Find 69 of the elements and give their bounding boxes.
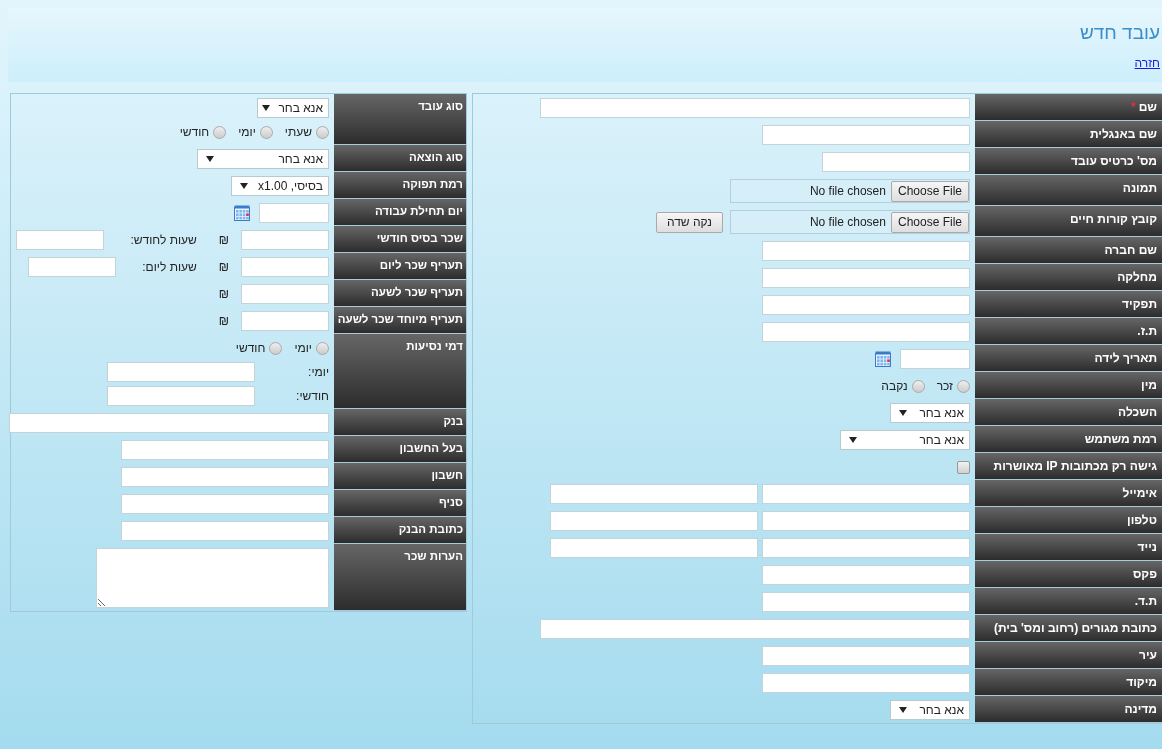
field-label: תפקיד [1122, 297, 1157, 311]
field-label: עיר [1139, 648, 1157, 662]
radio-label: זכר [936, 379, 953, 393]
dropdown[interactable]: אנא בחר [890, 403, 970, 423]
field-caption: חודשי: [299, 389, 329, 403]
field-label: טלפון [1127, 513, 1157, 527]
currency-sign: ₪ [218, 314, 229, 328]
field-label: קובץ קורות חיים [1069, 212, 1157, 226]
radio-label: יומי [238, 125, 256, 139]
field-label: שם באנגלית [1089, 127, 1157, 141]
field-label: מיקוד [1126, 675, 1157, 689]
field-caption: יומי: [307, 365, 329, 379]
field-label: מחלקה [1117, 270, 1157, 284]
field-label: סוג הוצאה [408, 151, 463, 163]
dropdown[interactable]: אנא בחר [197, 149, 329, 169]
currency-sign: ₪ [218, 287, 229, 301]
choose-file-button[interactable]: Choose File [890, 180, 969, 202]
field-label: בעל החשבון [399, 442, 463, 454]
field-label: תעריף מיוחד שכר לשעה [337, 313, 463, 325]
field-label: רמת משתמש [1084, 432, 1157, 446]
field-label: מדינה [1124, 702, 1157, 716]
field-label: תעריף שכר לשעה [371, 286, 463, 298]
field-label: תעריף שכר ליום [379, 259, 463, 271]
field-label: גישה רק מכתובות IP מאושרות [993, 459, 1157, 473]
back-link[interactable]: חזרה [1134, 56, 1160, 70]
file-status: No file chosen [809, 215, 886, 229]
field-label: יום תחילת עבודה [374, 205, 463, 217]
field-label: כתובת הבנק [398, 523, 463, 535]
field-label: תמונה [1122, 181, 1157, 195]
clear-field-button[interactable]: נקה שדה [655, 211, 723, 233]
currency-sign: ₪ [218, 260, 229, 274]
field-label: מס' כרטיס עובד [1071, 154, 1157, 168]
field-label: מין [1141, 378, 1157, 392]
page-title: עובד חדש [1079, 22, 1160, 44]
radio-label: נקבה [881, 379, 908, 393]
file-field[interactable]: No file chosen Choose File [730, 210, 970, 234]
file-status: No file chosen [809, 184, 886, 198]
field-label: פקס [1132, 567, 1157, 581]
field-caption: שעות לחודש: [130, 233, 197, 247]
file-field[interactable]: No file chosen Choose File [730, 179, 970, 203]
currency-sign: ₪ [218, 233, 229, 247]
radio-label: חודשי [235, 341, 266, 355]
field-label: שכר בסיס חודשי [376, 232, 463, 244]
radio-label: יומי [294, 341, 312, 355]
dropdown[interactable]: אנא בחר [840, 430, 970, 450]
field-label: שם [1138, 100, 1157, 114]
field-label: חשבון [431, 469, 463, 481]
field-label: נייד [1137, 540, 1157, 554]
dropdown[interactable]: בסיסי, x1.00 [231, 176, 329, 196]
field-label: סוג עובד [418, 100, 463, 112]
field-label: תאריך לידה [1094, 351, 1157, 365]
field-label: דמי נסיעות [406, 340, 463, 352]
field-label: הערות שכר [404, 550, 463, 562]
dropdown[interactable]: אנא בחר [890, 700, 970, 720]
field-label: בנק [443, 415, 463, 427]
field-label: השכלה [1118, 405, 1157, 419]
field-label: אימייל [1122, 486, 1157, 500]
field-label: ת.ז. [1137, 324, 1157, 338]
choose-file-button[interactable]: Choose File [890, 211, 969, 233]
required-mark: * [1131, 100, 1136, 114]
radio-label: שעתי [284, 125, 312, 139]
field-caption: שעות ליום: [142, 260, 197, 274]
field-label: סניף [439, 496, 463, 508]
field-label: כתובת מגורים (רחוב ומס' בית) [993, 621, 1157, 635]
dropdown[interactable]: אנא בחר [257, 98, 329, 118]
field-label: שם חברה [1104, 243, 1157, 257]
radio-label: חודשי [179, 125, 210, 139]
field-label: ת.ד. [1134, 594, 1157, 608]
field-label: רמת תפוקה [402, 178, 463, 190]
